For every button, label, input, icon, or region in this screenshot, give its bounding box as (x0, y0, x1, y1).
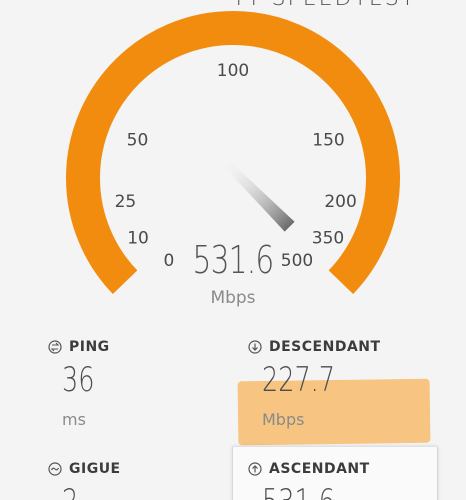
download-unit: Mbps (262, 410, 305, 429)
ping-label: PING (69, 339, 110, 355)
jitter-icon (48, 462, 62, 476)
gauge-tick-label: 25 (115, 192, 137, 212)
upload-arrow-icon (248, 462, 262, 476)
upload-label: ASCENDANT (269, 461, 370, 477)
ping-unit: ms (62, 410, 86, 429)
download-value: 227.7 (262, 360, 336, 400)
download-label-row: DESCENDANT (248, 339, 381, 355)
gauge-needle (223, 160, 295, 232)
upload-value: 531.6 (262, 482, 335, 500)
gauge-tick-label: 50 (127, 130, 149, 150)
gauge-tick-label: 150 (312, 130, 344, 150)
current-speed-value: 531.6 (192, 238, 275, 282)
gauge-tick-label: 350 (312, 228, 344, 248)
jitter-label-row: GIGUE (48, 461, 121, 477)
download-label: DESCENDANT (269, 339, 381, 355)
ping-icon (48, 340, 62, 354)
upload-label-row: ASCENDANT (248, 461, 370, 477)
current-speed-unit: Mbps (210, 288, 256, 308)
gauge-tick-label: 0 (164, 251, 175, 271)
speedtest-screen: TT SPEEDTEST 0102550100150200350500 531.… (0, 0, 466, 500)
jitter-value: 2 (62, 482, 78, 500)
gauge-tick-label: 10 (127, 228, 149, 248)
gauge-tick-label: 100 (217, 61, 249, 81)
ping-label-row: PING (48, 339, 110, 355)
jitter-label: GIGUE (69, 461, 121, 477)
gauge-tick-label: 200 (324, 192, 356, 212)
download-arrow-icon (248, 340, 262, 354)
ping-value: 36 (62, 360, 95, 400)
